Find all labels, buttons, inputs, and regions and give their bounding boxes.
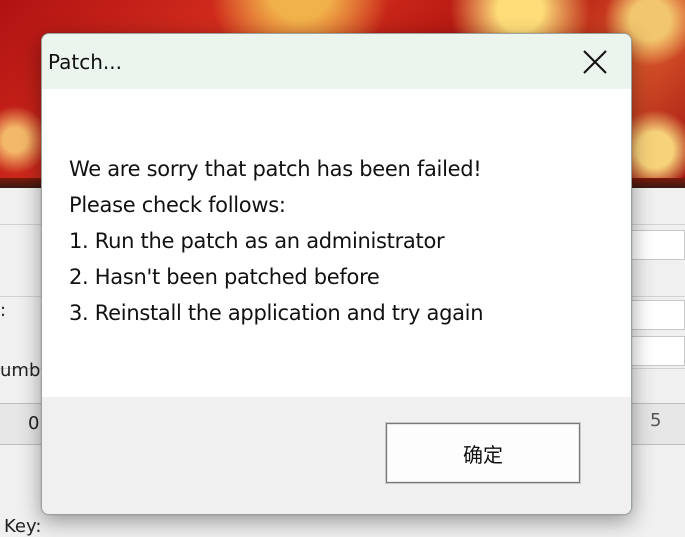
close-icon <box>583 49 607 74</box>
dialog-title: Patch... <box>48 50 123 74</box>
patch-dialog: Patch... We are sorry that patch has bee… <box>41 33 632 515</box>
background-field[interactable] <box>623 336 685 366</box>
ok-button[interactable]: 确定 <box>386 423 580 483</box>
message-line: 3. Reinstall the application and try aga… <box>69 301 484 325</box>
close-button[interactable] <box>559 34 631 89</box>
background-cell-value: 0 <box>28 413 40 434</box>
dialog-message-area: We are sorry that patch has been failed!… <box>42 89 631 397</box>
message-line: 1. Run the patch as an administrator <box>69 229 445 253</box>
background-cell-value-right: 5 <box>650 410 662 431</box>
background-field[interactable] <box>623 230 685 260</box>
message-line: Please check follows: <box>69 193 286 217</box>
background-number-label: umb <box>0 360 41 381</box>
background-colon-label: : <box>0 300 7 321</box>
message-line: 2. Hasn't been patched before <box>69 265 380 289</box>
background-field[interactable] <box>623 300 685 330</box>
dialog-titlebar[interactable]: Patch... <box>42 34 631 89</box>
message-line: We are sorry that patch has been failed! <box>69 157 482 181</box>
dialog-footer: 确定 <box>42 397 631 514</box>
